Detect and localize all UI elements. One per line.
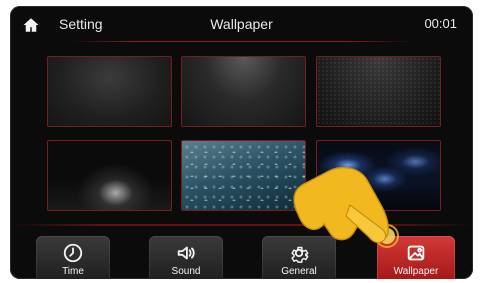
wallpaper-thumbnail-5[interactable] xyxy=(181,140,306,211)
wallpaper-grid xyxy=(47,56,445,212)
clock-icon xyxy=(63,243,83,263)
settings-screen: Setting Wallpaper 00:01 Time Sound Gener… xyxy=(10,6,473,279)
top-bar: Setting Wallpaper 00:01 xyxy=(10,6,473,44)
tab-sound[interactable]: Sound xyxy=(149,236,223,279)
tab-time[interactable]: Time xyxy=(36,236,110,279)
wallpaper-thumbnail-2[interactable] xyxy=(181,56,306,127)
speaker-icon xyxy=(177,246,195,260)
tab-sound-label: Sound xyxy=(171,266,201,277)
tab-time-label: Time xyxy=(62,266,84,277)
dock-divider xyxy=(10,224,473,226)
wallpaper-thumbnail-3[interactable] xyxy=(316,56,441,127)
tab-general-label: General xyxy=(281,266,317,277)
page-title: Wallpaper xyxy=(210,16,273,32)
wallpaper-thumbnail-4[interactable] xyxy=(47,140,172,211)
tab-wallpaper[interactable]: Wallpaper xyxy=(377,236,455,279)
bottom-dock: Time Sound General Wallpaper xyxy=(10,224,473,279)
tab-general[interactable]: General xyxy=(262,236,336,279)
gear-icon xyxy=(291,246,309,263)
wallpaper-thumbnail-1[interactable] xyxy=(47,56,172,127)
image-icon xyxy=(407,245,425,261)
tab-wallpaper-label: Wallpaper xyxy=(393,266,439,277)
clock: 00:01 xyxy=(424,16,457,31)
topbar-divider xyxy=(70,41,413,42)
wallpaper-thumbnail-6[interactable] xyxy=(316,140,441,211)
